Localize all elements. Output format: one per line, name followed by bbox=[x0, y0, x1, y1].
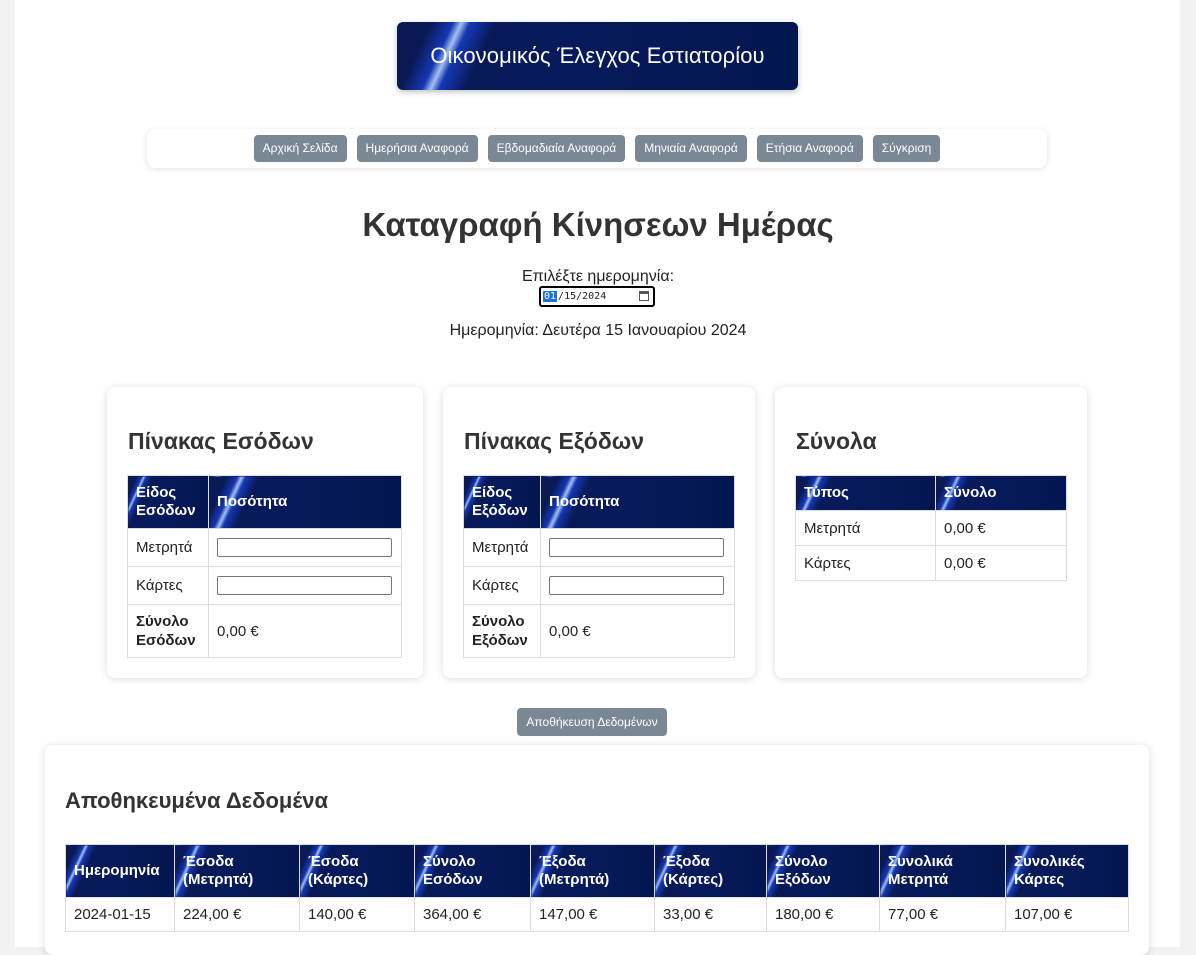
saved-col-header: Ημερομηνία bbox=[65, 844, 175, 898]
expenses-cards-input[interactable] bbox=[549, 576, 724, 595]
date-month-segment[interactable]: 01 bbox=[543, 291, 558, 302]
saved-data-title: Αποθηκευμένα Δεδομένα bbox=[65, 788, 329, 813]
saved-cell: 2024-01-15 bbox=[65, 897, 175, 932]
totals-card: Σύνολα Τύπος Σύνολο Μετρητά 0,00 € Κάρτε… bbox=[775, 387, 1087, 678]
saved-cell: 147,00 € bbox=[530, 897, 655, 932]
income-col-amount-header: Ποσότητα bbox=[208, 475, 402, 529]
totals-title: Σύνολα bbox=[796, 428, 877, 454]
expenses-table: Είδος Εξόδων Ποσότητα Μετρητά Κάρτες Σύν… bbox=[463, 475, 735, 658]
expenses-cash-input[interactable] bbox=[549, 538, 724, 557]
saved-cell: 107,00 € bbox=[1005, 897, 1129, 932]
expenses-row-label: Κάρτες bbox=[463, 566, 541, 605]
income-total-label: Σύνολο Εσόδων bbox=[127, 604, 209, 658]
table-row: Κάρτες bbox=[127, 566, 402, 605]
expenses-title: Πίνακας Εξόδων bbox=[464, 428, 645, 454]
saved-col-header: Σύνολο Εξόδων bbox=[766, 844, 880, 898]
totals-row-type: Μετρητά bbox=[795, 510, 936, 546]
expenses-col-amount-header: Ποσότητα bbox=[540, 475, 735, 529]
date-display: Ημερομηνία: Δευτέρα 15 Ιανουαρίου 2024 bbox=[449, 322, 747, 339]
table-row: Μετρητά 0,00 € bbox=[795, 510, 1067, 546]
table-row: Κάρτες bbox=[463, 566, 735, 605]
table-row: Μετρητά bbox=[127, 528, 402, 567]
date-input[interactable]: 01/15/2024 bbox=[539, 286, 655, 307]
saved-col-header: Έξοδα (Κάρτες) bbox=[654, 844, 767, 898]
saved-cell: 364,00 € bbox=[414, 897, 531, 932]
table-row: 2024-01-15 224,00 € 140,00 € 364,00 € 14… bbox=[65, 897, 1129, 932]
expenses-total-value: 0,00 € bbox=[540, 604, 735, 658]
income-cards-input[interactable] bbox=[217, 576, 392, 595]
totals-row-type: Κάρτες bbox=[795, 545, 936, 581]
saved-col-header: Συνολικές Κάρτες bbox=[1005, 844, 1129, 898]
saved-cell: 224,00 € bbox=[174, 897, 300, 932]
site-title-banner: Οικονομικός Έλεγχος Εστιατορίου bbox=[397, 22, 798, 90]
saved-data-table: Ημερομηνία Έσοδα (Μετρητά) Έσοδα (Κάρτες… bbox=[65, 844, 1129, 932]
saved-col-header: Συνολικά Μετρητά bbox=[879, 844, 1006, 898]
table-row: Μετρητά bbox=[463, 528, 735, 567]
income-row-label: Κάρτες bbox=[127, 566, 209, 605]
table-row: Σύνολο Εξόδων 0,00 € bbox=[463, 604, 735, 658]
totals-row-value: 0,00 € bbox=[935, 545, 1067, 581]
income-table: Είδος Εσόδων Ποσότητα Μετρητά Κάρτες Σύν… bbox=[127, 475, 402, 658]
saved-col-header: Έξοδα (Μετρητά) bbox=[530, 844, 655, 898]
nav-bar: Αρχική Σελίδα Ημερήσια Αναφορά Εβδομαδια… bbox=[147, 129, 1047, 168]
saved-cell: 140,00 € bbox=[299, 897, 415, 932]
expenses-col-type-header: Είδος Εξόδων bbox=[463, 475, 541, 529]
table-row: Κάρτες 0,00 € bbox=[795, 545, 1067, 581]
totals-col-sum-header: Σύνολο bbox=[935, 475, 1067, 511]
nav-comparison-button[interactable]: Σύγκριση bbox=[872, 135, 941, 162]
totals-table: Τύπος Σύνολο Μετρητά 0,00 € Κάρτες 0,00 … bbox=[795, 475, 1067, 581]
expenses-card: Πίνακας Εξόδων Είδος Εξόδων Ποσότητα Μετ… bbox=[443, 387, 755, 678]
calendar-icon[interactable] bbox=[639, 291, 649, 301]
table-row: Σύνολο Εσόδων 0,00 € bbox=[127, 604, 402, 658]
income-total-value: 0,00 € bbox=[208, 604, 402, 658]
saved-data-card: Αποθηκευμένα Δεδομένα Ημερομηνία Έσοδα (… bbox=[45, 745, 1149, 955]
totals-col-type-header: Τύπος bbox=[795, 475, 936, 511]
nav-monthly-report-button[interactable]: Μηνιαία Αναφορά bbox=[635, 135, 747, 162]
expenses-row-label: Μετρητά bbox=[463, 528, 541, 567]
nav-home-button[interactable]: Αρχική Σελίδα bbox=[253, 135, 347, 162]
date-label: Επιλέξτε ημερομηνία: bbox=[521, 268, 675, 285]
totals-row-value: 0,00 € bbox=[935, 510, 1067, 546]
income-col-type-header: Είδος Εσόδων bbox=[127, 475, 209, 529]
saved-col-header: Έσοδα (Κάρτες) bbox=[299, 844, 415, 898]
income-row-label: Μετρητά bbox=[127, 528, 209, 567]
income-title: Πίνακας Εσόδων bbox=[128, 428, 314, 454]
site-title: Οικονομικός Έλεγχος Εστιατορίου bbox=[430, 43, 765, 68]
saved-col-header: Έσοδα (Μετρητά) bbox=[174, 844, 300, 898]
date-rest-segment[interactable]: /15/2024 bbox=[557, 291, 606, 302]
nav-daily-report-button[interactable]: Ημερήσια Αναφορά bbox=[356, 135, 478, 162]
saved-cell: 180,00 € bbox=[766, 897, 880, 932]
nav-yearly-report-button[interactable]: Ετήσια Αναφορά bbox=[756, 135, 863, 162]
page-title: Καταγραφή Κίνησεων Ημέρας bbox=[362, 206, 834, 243]
saved-cell: 33,00 € bbox=[654, 897, 767, 932]
saved-cell: 77,00 € bbox=[879, 897, 1006, 932]
save-data-button[interactable]: Αποθήκευση Δεδομένων bbox=[517, 708, 667, 736]
saved-col-header: Σύνολο Εσόδων bbox=[414, 844, 531, 898]
expenses-total-label: Σύνολο Εξόδων bbox=[463, 604, 541, 658]
income-cash-input[interactable] bbox=[217, 538, 392, 557]
income-card: Πίνακας Εσόδων Είδος Εσόδων Ποσότητα Μετ… bbox=[107, 387, 423, 678]
nav-weekly-report-button[interactable]: Εβδομαδιαία Αναφορά bbox=[487, 135, 626, 162]
